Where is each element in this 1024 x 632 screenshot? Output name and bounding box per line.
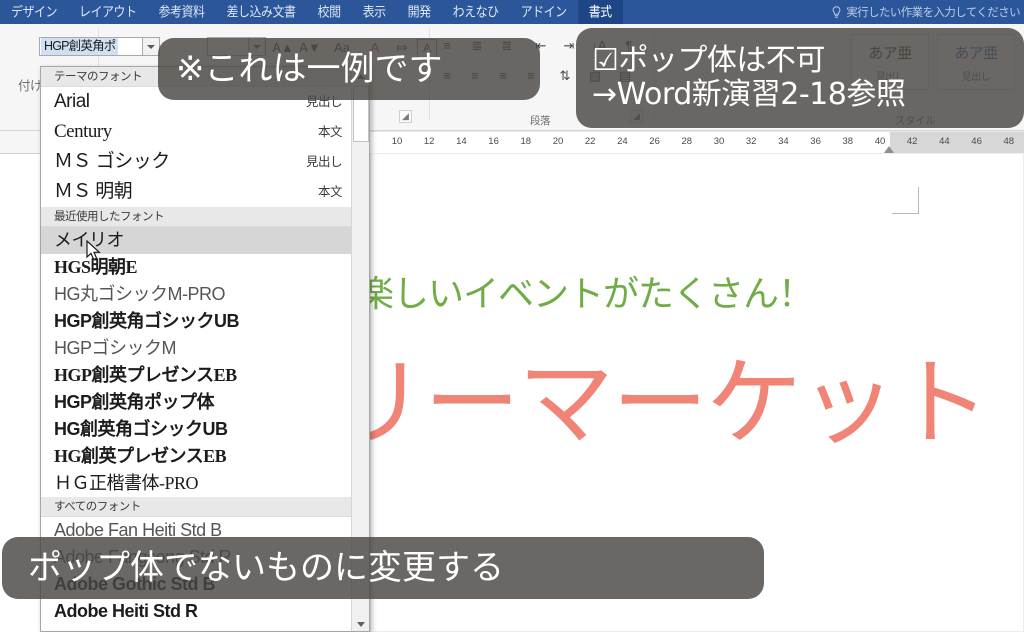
font-list-item[interactable]: HG丸ゴシックM-PRO — [41, 281, 351, 308]
ruler-tick: 46 — [971, 136, 982, 147]
ruler-tick: 42 — [906, 136, 918, 147]
ribbon-tab-5[interactable]: 表示 — [352, 0, 397, 25]
ruler-tick: 20 — [552, 136, 564, 147]
font-list-item-name: メイリオ — [54, 230, 125, 250]
ruler-tick: 36 — [810, 136, 821, 147]
font-list-item-name: HG創英角ゴシックUB — [54, 419, 228, 439]
ruler-tick: 34 — [778, 136, 789, 147]
ruler-tick: 44 — [939, 136, 950, 147]
ribbon-tab-2[interactable]: 参考資料 — [148, 0, 216, 25]
ruler-tick: 26 — [649, 136, 660, 147]
ruler-tick: 14 — [456, 136, 467, 147]
ribbon-tab-3[interactable]: 差し込み文書 — [216, 0, 307, 25]
font-list-item[interactable]: HGP創英角ポップ体 — [41, 389, 351, 416]
ruler-tick: 32 — [745, 136, 757, 147]
font-list-item[interactable]: Adobe Heiti Std R — [41, 598, 351, 625]
font-section-header: すべてのフォント — [41, 497, 351, 517]
ruler-tick: 30 — [713, 136, 725, 147]
font-list-item-preview: 本文 — [317, 185, 343, 199]
callout-change: ポップ体でないものに変更する — [2, 537, 764, 599]
font-list-item-name: HGP創英角ポップ体 — [54, 392, 215, 412]
tell-me-placeholder: 実行したい作業を入力してください — [846, 7, 1020, 19]
font-list-item-name: HGP創英プレゼンスEB — [54, 365, 237, 385]
font-list-item-preview: 見出し — [305, 155, 343, 169]
font-name-value: HGP創英角ポ — [41, 38, 118, 55]
callout-line: →Word新演習2-18参照 — [592, 77, 906, 112]
font-list-item-name: HGPゴシックM — [54, 338, 177, 358]
ribbon-tab-1[interactable]: レイアウト — [68, 0, 148, 25]
font-list-item[interactable]: HGPゴシックM — [41, 335, 351, 362]
ruler-tick: 28 — [681, 136, 693, 147]
font-list-item-name: ＨＧ正楷書体-PRO — [54, 473, 199, 493]
font-list-item[interactable]: HGP創英角ゴシックUB — [41, 308, 351, 335]
doc-heading-green[interactable]: 楽しいイベントがたくさん！ — [370, 265, 1024, 317]
margin-corner-mark — [892, 187, 919, 214]
ruler-tick: 22 — [584, 136, 596, 147]
font-list-item[interactable]: HG創英角ゴシックUB — [41, 416, 351, 443]
ribbon-tab-0[interactable]: デザイン — [0, 0, 68, 25]
lightbulb-icon — [831, 5, 842, 19]
font-list-item-name: Adobe Heiti Std R — [54, 601, 198, 621]
callout-line: ☑ポップ体は不可 — [592, 43, 825, 79]
font-section-header: 最近使用したフォント — [41, 207, 351, 227]
font-list-item[interactable]: HGS明朝E — [41, 254, 351, 281]
ribbon-tabs: デザイン レイアウト 参考資料 差し込み文書 校閲 表示 開発 わえなひ アドイン 書式 — [0, 0, 623, 26]
ruler-tick: 16 — [488, 136, 499, 147]
line-spacing-icon[interactable]: ⇅ — [554, 66, 576, 86]
ruler-tick: 38 — [842, 136, 854, 147]
left-indent-marker[interactable] — [884, 146, 894, 153]
doc-title-red[interactable]: リーマーケット — [370, 325, 1024, 464]
font-list-item[interactable]: Century 本文 — [41, 117, 351, 147]
tell-me-search[interactable]: 実行したい作業を入力してください — [823, 0, 1024, 24]
paste-label: 付け — [17, 79, 43, 93]
font-list-item-name: HG創英プレゼンスEB — [54, 446, 227, 466]
font-list-item[interactable]: ＭＳ ゴシック 見出し — [41, 147, 351, 177]
ruler-tick: 48 — [1003, 136, 1015, 147]
scroll-down-button[interactable] — [352, 615, 369, 631]
callout-example: ※これは一例です — [158, 38, 540, 100]
ribbon-tab-6[interactable]: 開発 — [397, 0, 442, 25]
font-list-item[interactable]: HG創英プレゼンスEB — [41, 443, 351, 470]
ribbon-tab-7[interactable]: わえなひ — [442, 0, 510, 25]
font-list-item[interactable]: ＭＳ 明朝 本文 — [41, 177, 351, 207]
ruler-tick: 12 — [423, 136, 435, 147]
font-list-item-name: ＭＳ 明朝 — [54, 181, 133, 202]
font-name-combo[interactable]: HGP創英角ポ — [39, 37, 143, 56]
word-window: デザイン レイアウト 参考資料 差し込み文書 校閲 表示 開発 わえなひ アドイン 書式 実行した… — [0, 0, 1024, 632]
ruler-tick: 18 — [520, 136, 532, 147]
ribbon-tab-bar: デザイン レイアウト 参考資料 差し込み文書 校閲 表示 開発 わえなひ アドイン 書式 実行した… — [0, 0, 1024, 26]
font-list-item-name: Arial — [54, 91, 90, 112]
font-list-item-name: HGS明朝E — [54, 257, 138, 277]
font-list-item-name: HGP創英角ゴシックUB — [54, 311, 240, 331]
callout-line: ポップ体でないものに変更する — [28, 547, 504, 588]
font-list-item-name: Century — [54, 121, 112, 142]
font-dialog-launcher[interactable]: ◢ — [399, 110, 412, 123]
ruler-tick: 24 — [617, 136, 628, 147]
font-list-item-preview: 本文 — [317, 125, 343, 139]
font-list-item[interactable]: HGP創英プレゼンスEB — [41, 362, 351, 389]
callout-line: ※これは一例です — [176, 48, 443, 89]
font-list-item[interactable]: ＨＧ正楷書体-PRO — [41, 470, 351, 497]
ribbon-tab-4[interactable]: 校閲 — [307, 0, 352, 25]
callout-rule: ☑ポップ体は不可 →Word新演習2-18参照 — [576, 28, 1024, 128]
ribbon-tab-9[interactable]: 書式 — [577, 0, 623, 26]
horizontal-ruler[interactable]: 10 12 14 16 18 20 22 24 26 28 30 32 34 36 38 40 42 44 46 48 — [370, 131, 1024, 155]
font-list-item-name: HG丸ゴシックM-PRO — [54, 284, 226, 304]
font-list-item-name: ＭＳ ゴシック — [54, 151, 170, 172]
font-list-item[interactable]: メイリオ — [41, 227, 351, 254]
ribbon-tab-8[interactable]: アドイン — [510, 0, 578, 25]
ruler-tick: 10 — [391, 136, 403, 147]
